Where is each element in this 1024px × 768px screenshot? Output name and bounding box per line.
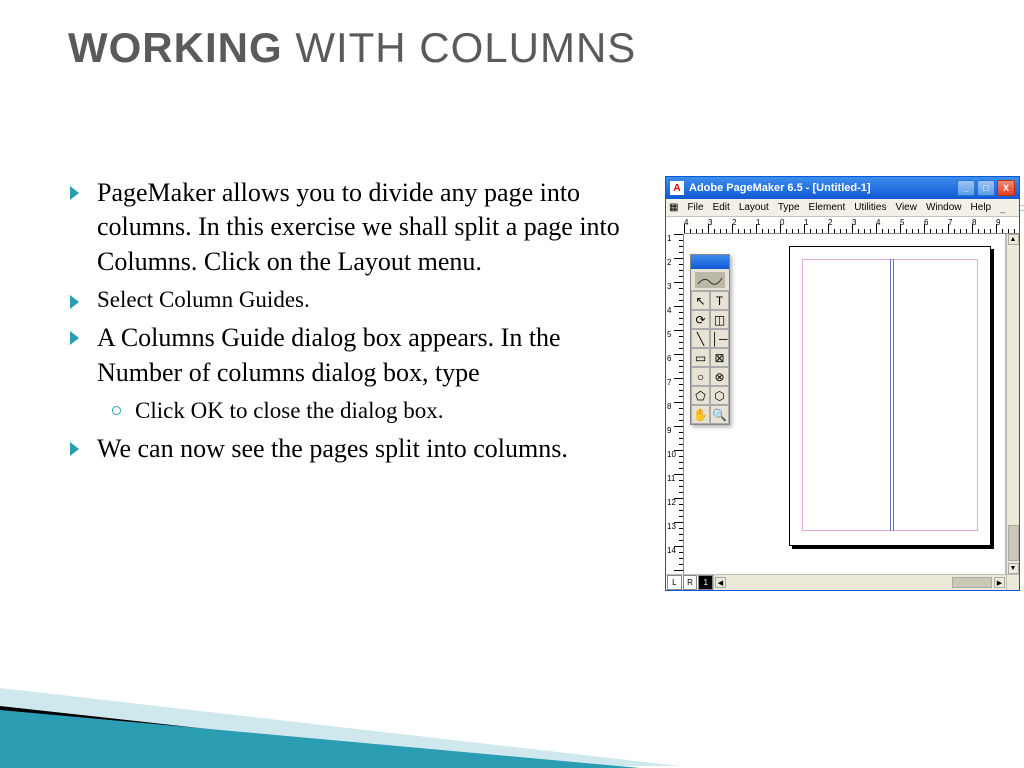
vertical-scrollbar[interactable]: ▲ ▼: [1006, 234, 1019, 574]
doc-restore-icon[interactable]: □: [1019, 203, 1024, 213]
slide-title: WORKING WITH COLUMNS: [68, 24, 636, 72]
pagemaker-screenshot: A Adobe PageMaker 6.5 - [Untitled-1] _ □…: [665, 176, 1020, 591]
bullet-item: Select Column Guides.: [70, 285, 630, 315]
crop-tool-icon[interactable]: ◫: [710, 310, 729, 329]
bullet-marker-icon: [70, 331, 79, 345]
bullet-text: A Columns Guide dialog box appears. In t…: [97, 321, 630, 390]
polygon-frame-tool-icon[interactable]: ⬡: [710, 386, 729, 405]
text-tool-icon[interactable]: T: [710, 291, 729, 310]
menu-file[interactable]: File: [687, 202, 703, 213]
bullet-marker-icon: [70, 442, 79, 456]
bullet-text: We can now see the pages split into colu…: [97, 432, 568, 466]
bullet-item: PageMaker allows you to divide any page …: [70, 176, 630, 279]
bullet-marker-icon: [70, 186, 79, 200]
page-tabs: L R 1: [666, 575, 714, 590]
tool-preview: [691, 269, 729, 291]
ellipse-tool-icon[interactable]: ○: [691, 367, 710, 386]
column-guide: [893, 259, 894, 531]
menu-layout[interactable]: Layout: [739, 202, 769, 213]
sub-bullet-item: Click OK to close the dialog box.: [112, 396, 630, 426]
polygon-tool-icon[interactable]: ⬠: [691, 386, 710, 405]
title-rest: WITH COLUMNS: [283, 24, 637, 71]
vertical-ruler: 1 2 3 4 5 6 7 8 9 10 11 12 13 14: [666, 234, 684, 574]
menu-edit[interactable]: Edit: [713, 202, 730, 213]
scroll-up-icon[interactable]: ▲: [1008, 234, 1019, 245]
app-icon: A: [670, 181, 684, 195]
window-title: Adobe PageMaker 6.5 - [Untitled-1]: [689, 182, 871, 194]
bullet-text: Select Column Guides.: [97, 285, 310, 315]
scroll-left-icon[interactable]: ◀: [715, 577, 726, 588]
minimize-button[interactable]: _: [957, 180, 975, 196]
sub-bullet-text: Click OK to close the dialog box.: [135, 396, 444, 426]
doc-window-controls: _ □ ×: [1000, 203, 1024, 213]
horizontal-ruler: 4 3 2 1 0 1 2 3 4 5 6 7 8 9: [684, 217, 1019, 234]
rectangle-tool-icon[interactable]: ▭: [691, 348, 710, 367]
menu-type[interactable]: Type: [778, 202, 800, 213]
menu-window[interactable]: Window: [926, 202, 962, 213]
page-tab-1[interactable]: 1: [698, 575, 713, 590]
menu-element[interactable]: Element: [809, 202, 846, 213]
bullet-list: PageMaker allows you to divide any page …: [70, 176, 630, 473]
constrain-line-tool-icon[interactable]: │─: [710, 329, 729, 348]
menubar: ▦ File Edit Layout Type Element Utilitie…: [666, 199, 1019, 217]
scroll-down-icon[interactable]: ▼: [1008, 563, 1019, 574]
sub-bullet-marker-icon: [112, 406, 121, 415]
canvas[interactable]: ↖ T ⟳ ◫ ╲ │─ ▭ ⊠ ○ ⊗: [684, 234, 1006, 574]
column-guide: [890, 259, 891, 531]
horizontal-scrollbar[interactable]: ◀ ▶: [714, 575, 1006, 590]
menu-utilities[interactable]: Utilities: [854, 202, 886, 213]
doc-minimize-icon[interactable]: _: [1000, 203, 1005, 213]
rotate-tool-icon[interactable]: ⟳: [691, 310, 710, 329]
bullet-item: We can now see the pages split into colu…: [70, 432, 630, 466]
ellipse-frame-tool-icon[interactable]: ⊗: [710, 367, 729, 386]
bottom-bar: L R 1 ◀ ▶: [666, 574, 1019, 590]
slide-decoration: [0, 648, 680, 768]
bullet-item: A Columns Guide dialog box appears. In t…: [70, 321, 630, 390]
page-preview: [789, 246, 991, 546]
title-bold: WORKING: [68, 24, 283, 71]
bullet-text: PageMaker allows you to divide any page …: [97, 176, 630, 279]
menu-help[interactable]: Help: [971, 202, 992, 213]
close-button[interactable]: X: [997, 180, 1015, 196]
bullet-marker-icon: [70, 295, 79, 309]
scroll-right-icon[interactable]: ▶: [994, 577, 1005, 588]
rectangle-frame-tool-icon[interactable]: ⊠: [710, 348, 729, 367]
toolbox-titlebar[interactable]: [691, 255, 729, 269]
toolbox[interactable]: ↖ T ⟳ ◫ ╲ │─ ▭ ⊠ ○ ⊗: [690, 254, 730, 425]
menu-view[interactable]: View: [895, 202, 917, 213]
scroll-thumb[interactable]: [952, 577, 992, 588]
scroll-corner: [1006, 575, 1019, 590]
maximize-button[interactable]: □: [977, 180, 995, 196]
page-tab-r[interactable]: R: [683, 575, 698, 590]
menu-app-icon[interactable]: ▦: [669, 202, 678, 213]
titlebar: A Adobe PageMaker 6.5 - [Untitled-1] _ □…: [666, 177, 1019, 199]
page-tab-l[interactable]: L: [667, 575, 682, 590]
hand-tool-icon[interactable]: ✋: [691, 405, 710, 424]
zoom-tool-icon[interactable]: 🔍: [710, 405, 729, 424]
line-tool-icon[interactable]: ╲: [691, 329, 710, 348]
pointer-tool-icon[interactable]: ↖: [691, 291, 710, 310]
scroll-thumb[interactable]: [1008, 525, 1019, 561]
